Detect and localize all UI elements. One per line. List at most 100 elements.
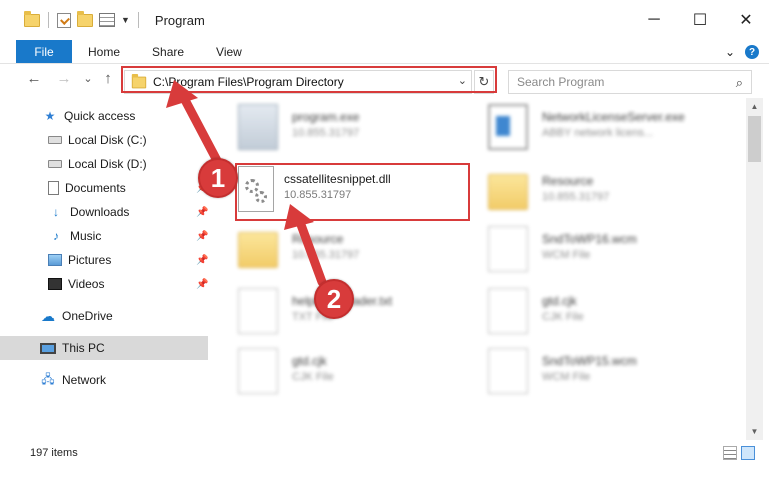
tab-file[interactable]: File xyxy=(16,40,72,63)
file-detail: 10.855.31797 xyxy=(292,127,360,139)
exe-file-icon xyxy=(238,104,278,150)
window-title: Program xyxy=(154,12,205,28)
file-icon xyxy=(488,288,528,334)
scroll-up-icon[interactable]: ▲ xyxy=(746,98,763,115)
drive-icon xyxy=(48,136,62,144)
file-name: gtd.cjk xyxy=(542,294,577,308)
sidebar-item-label: Network xyxy=(62,373,107,387)
properties-icon[interactable] xyxy=(99,13,115,27)
file-name: Resource xyxy=(292,232,344,246)
file-name: SndToWP16.wcm xyxy=(542,232,637,246)
details-view-icon[interactable] xyxy=(723,446,737,460)
file-icon xyxy=(488,226,528,272)
sidebar-item-label: OneDrive xyxy=(62,309,113,323)
file-item[interactable]: NetworkLicenseServer.exe ABBY network li… xyxy=(482,100,722,156)
expand-ribbon-icon[interactable]: ⌄ xyxy=(725,45,735,59)
sidebar-item-label: Music xyxy=(70,229,102,243)
customize-toolbar-icon[interactable]: ▼ xyxy=(121,15,130,25)
sidebar-item-quick-access[interactable]: ★ Quick access xyxy=(0,104,212,128)
tab-share[interactable]: Share xyxy=(136,40,200,63)
step-badge-1: 1 xyxy=(198,158,238,198)
item-count: 197 items xyxy=(30,447,78,459)
status-bar: 197 items xyxy=(0,442,769,464)
file-name: gtd.cjk xyxy=(292,354,327,368)
computer-icon xyxy=(40,342,56,354)
sidebar-item-local-disk-c[interactable]: Local Disk (C:) xyxy=(0,128,212,152)
file-detail: CJK File xyxy=(292,371,334,383)
file-icon xyxy=(488,348,528,394)
sidebar-item-network[interactable]: 🖧 Network xyxy=(0,368,212,392)
sidebar-item-label: Videos xyxy=(68,277,105,291)
maximize-button[interactable]: ☐ xyxy=(677,0,723,40)
pin-icon[interactable]: 📌 xyxy=(196,255,208,266)
sidebar-item-label: Pictures xyxy=(68,253,112,267)
network-icon: 🖧 xyxy=(41,371,55,386)
file-item[interactable]: Resource 10.855.31797 xyxy=(232,222,472,278)
search-input[interactable]: Search Program ⌕ xyxy=(508,70,752,94)
file-item[interactable]: gtd.cjk CJK File xyxy=(232,344,472,400)
file-detail: 10.855.31797 xyxy=(542,191,610,203)
sidebar-item-documents[interactable]: Documents 📌 xyxy=(0,176,212,200)
view-toggle xyxy=(723,446,755,460)
tab-view[interactable]: View xyxy=(200,40,258,63)
pictures-icon xyxy=(48,254,62,266)
pin-icon[interactable]: 📌 xyxy=(196,207,208,218)
minimize-button[interactable]: ─ xyxy=(631,0,677,40)
file-item[interactable]: Resource 10.855.31797 xyxy=(482,164,722,220)
scroll-down-icon[interactable]: ▼ xyxy=(746,423,763,440)
folder-icon xyxy=(488,174,528,210)
cloud-icon: ☁ xyxy=(41,307,55,324)
sidebar-item-downloads[interactable]: ↓ Downloads 📌 xyxy=(0,200,212,224)
sidebar-item-label: Local Disk (C:) xyxy=(68,133,147,147)
back-button[interactable]: ← xyxy=(24,70,44,87)
properties-check-icon[interactable] xyxy=(57,12,71,28)
music-icon: ♪ xyxy=(53,229,59,243)
close-button[interactable]: ✕ xyxy=(723,0,769,40)
forward-button[interactable]: → xyxy=(54,70,74,87)
scrollbar-thumb[interactable] xyxy=(748,116,761,162)
sidebar-item-label: Quick access xyxy=(64,109,136,123)
toolbar-divider xyxy=(48,12,49,28)
pin-icon[interactable]: 📌 xyxy=(196,279,208,290)
title-bar: ▼ Program ─ ☐ ✕ xyxy=(0,0,769,40)
document-icon xyxy=(48,181,59,195)
help-icon[interactable]: ? xyxy=(745,45,759,59)
sidebar-item-this-pc[interactable]: This PC xyxy=(0,336,208,360)
file-item[interactable]: SndToWP16.wcm WCM File xyxy=(482,222,722,278)
sidebar-item-label: This PC xyxy=(62,341,105,355)
star-icon: ★ xyxy=(44,109,56,123)
file-detail: WCM File xyxy=(542,371,591,383)
recent-locations-button[interactable]: ⌄ xyxy=(78,72,98,85)
file-item[interactable]: SndToWP15.wcm WCM File xyxy=(482,344,722,400)
sidebar-item-local-disk-d[interactable]: Local Disk (D:) xyxy=(0,152,212,176)
quick-access-toolbar: ▼ xyxy=(0,0,141,40)
vertical-scrollbar[interactable]: ▲ ▼ xyxy=(746,98,763,440)
sidebar-item-onedrive[interactable]: ☁ OneDrive xyxy=(0,304,212,328)
sidebar-item-pictures[interactable]: Pictures 📌 xyxy=(0,248,212,272)
navigation-pane: ★ Quick access Local Disk (C:) Local Dis… xyxy=(0,98,212,438)
toolbar-divider xyxy=(137,12,139,28)
file-highlight-box xyxy=(235,163,470,221)
up-button[interactable]: ↑ xyxy=(98,70,118,87)
sidebar-item-label: Documents xyxy=(65,181,126,195)
file-name: NetworkLicenseServer.exe xyxy=(542,110,685,124)
step-badge-2: 2 xyxy=(314,279,354,319)
window-controls: ─ ☐ ✕ xyxy=(631,0,769,40)
new-folder-icon[interactable] xyxy=(77,10,93,27)
file-item[interactable]: gtd.cjk CJK File xyxy=(482,284,722,340)
ribbon-tabs: File Home Share View ⌄ ? xyxy=(0,40,769,64)
pin-icon[interactable]: 📌 xyxy=(196,231,208,242)
file-name: Resource xyxy=(542,174,594,188)
search-placeholder: Search Program xyxy=(517,75,605,89)
file-detail: WCM File xyxy=(542,249,591,261)
app-window-icon xyxy=(488,104,528,150)
tiles-view-icon[interactable] xyxy=(741,446,755,460)
file-item[interactable]: program.exe 10.855.31797 xyxy=(232,100,472,156)
sidebar-item-music[interactable]: ♪ Music 📌 xyxy=(0,224,212,248)
file-detail: 10.855.31797 xyxy=(292,249,360,261)
text-file-icon xyxy=(238,288,278,334)
sidebar-item-videos[interactable]: Videos 📌 xyxy=(0,272,212,296)
tab-home[interactable]: Home xyxy=(72,40,136,63)
file-detail: CJK File xyxy=(542,311,584,323)
file-name: program.exe xyxy=(292,110,360,124)
